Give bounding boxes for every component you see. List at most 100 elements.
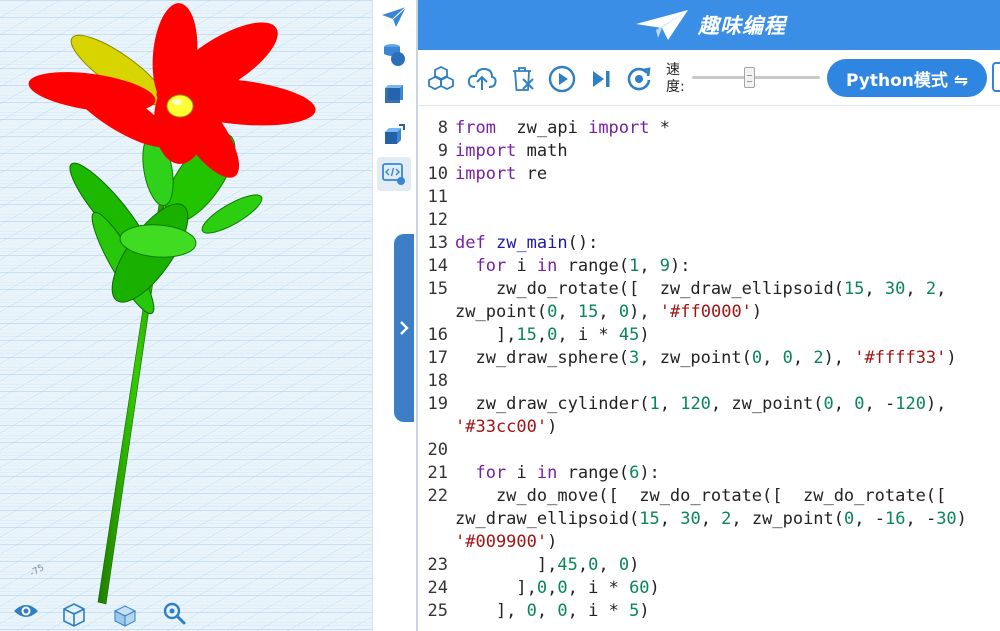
line-number: 24	[427, 578, 448, 598]
code-token: ):	[670, 256, 691, 276]
code-token: in	[536, 463, 558, 483]
code-token: ,	[864, 279, 885, 299]
flower-center	[166, 94, 194, 118]
line-number: 20	[427, 440, 448, 460]
code-token: )	[639, 601, 650, 621]
python-mode-toggle[interactable]: Python模式 ⇋	[827, 59, 987, 97]
toolbox-shapes-button[interactable]	[377, 37, 411, 71]
line-number: 8	[437, 118, 448, 138]
code-token: ,	[598, 302, 619, 322]
code-token: )	[649, 578, 660, 598]
3d-viewport[interactable]: -75	[0, 0, 372, 631]
speed-slider-thumb[interactable]	[744, 67, 756, 88]
line-number: 21	[427, 463, 448, 483]
view-wireframe-button[interactable]	[61, 602, 91, 631]
code-token: )	[639, 325, 650, 345]
code-token: ,	[598, 555, 619, 575]
code-token: ,	[557, 302, 578, 322]
code-token: 0	[751, 348, 763, 368]
brand-title: 趣味编程	[698, 14, 786, 38]
clear-button[interactable]	[508, 64, 538, 94]
code-token: ,	[577, 555, 589, 575]
code-token: from	[455, 118, 496, 138]
code-text: zw_draw_sphere(3, zw_point(0, 0, 2), '#f…	[455, 347, 957, 370]
solid-cube-icon	[113, 605, 137, 627]
run-button[interactable]	[547, 64, 577, 94]
view-visibility-button[interactable]	[12, 602, 42, 631]
run-icon	[548, 65, 576, 93]
code-token: , zw_point(	[710, 394, 824, 414]
code-token: range(	[557, 256, 630, 276]
code-editor[interactable]: 8 from zw_api import * 9 import math 10 impor…	[418, 107, 1000, 631]
control-bar: 速度: Python模式 ⇋	[418, 50, 1000, 106]
code-token: ,	[659, 394, 681, 414]
code-text: ],0,0, i * 60)	[455, 577, 660, 600]
code-token: '#ff0000'	[659, 302, 752, 322]
code-token: 0	[618, 555, 630, 575]
code-text: ],15,0, i * 45)	[455, 324, 650, 347]
toolbox-solid-button[interactable]	[377, 77, 411, 111]
line-number: 9	[437, 141, 448, 161]
code-token: , -	[854, 509, 885, 529]
zoom-icon	[163, 602, 186, 625]
code-token: 0	[782, 348, 793, 368]
code-token: 60	[629, 578, 650, 598]
code-token: )	[629, 555, 640, 575]
code-token: 15	[843, 279, 865, 299]
code-token: ,	[936, 279, 947, 299]
code-token: '#ffff33'	[854, 348, 947, 368]
code-token: 9	[659, 256, 671, 276]
code-text: zw_point(0, 15, 0), '#ff0000')	[455, 301, 762, 324]
line-number: 16	[427, 325, 448, 345]
code-text: for i in range(6):	[455, 462, 659, 485]
code-token: 3	[629, 348, 640, 368]
code-token: for	[475, 256, 507, 276]
code-token: zw_do_move([ zw_do_rotate([ zw_do_rotate…	[455, 486, 947, 506]
code-token: ),	[925, 394, 947, 414]
upload-button[interactable]	[467, 64, 497, 94]
code-token: , -	[905, 509, 937, 529]
code-token: 30	[936, 509, 957, 529]
code-token: zw_draw_cylinder(	[455, 394, 650, 414]
reset-icon	[627, 67, 651, 91]
view-solid-button[interactable]	[112, 602, 142, 631]
code-text: from zw_api import *	[455, 117, 670, 140]
code-token: )	[547, 532, 558, 552]
code-token: for	[475, 463, 507, 483]
speed-slider-track[interactable]	[692, 76, 820, 79]
code-token: )	[946, 348, 957, 368]
view-zoom-button[interactable]	[161, 600, 191, 630]
line-number: 19	[427, 394, 448, 414]
blocks-mode-button[interactable]	[426, 64, 456, 94]
code-token: 30	[884, 279, 906, 299]
reset-button[interactable]	[624, 64, 654, 94]
paper-plane-logo	[636, 10, 688, 40]
code-token: in	[536, 256, 558, 276]
line-number: 10	[427, 164, 448, 184]
line-number: 12	[427, 210, 448, 230]
code-token: ():	[567, 233, 599, 253]
code-token: zw_draw_ellipsoid(	[455, 509, 640, 529]
viewport-canvas[interactable]	[0, 0, 372, 631]
code-text: zw_do_move([ zw_do_rotate([ zw_do_rotate…	[455, 485, 946, 508]
code-token: 15	[577, 302, 599, 322]
code-token: import	[455, 164, 517, 184]
panel-collapse-handle[interactable]	[394, 234, 414, 422]
panel-extra-button[interactable]	[992, 62, 1000, 92]
code-token: 0	[547, 302, 558, 322]
code-token: math	[516, 141, 568, 161]
code-token: ],	[455, 325, 517, 345]
speed-label: 速度:	[666, 62, 685, 95]
code-token: )	[956, 509, 967, 529]
code-token: 0	[854, 394, 865, 414]
code-token: i	[506, 256, 537, 276]
step-button[interactable]	[586, 64, 616, 94]
toolbox-transform-button[interactable]	[377, 118, 411, 152]
toolbox-sketch-button[interactable]	[377, 0, 411, 34]
code-token: zw_do_rotate([ zw_draw_ellipsoid(	[455, 279, 844, 299]
code-token: 1	[649, 394, 660, 414]
code-token: , -	[864, 394, 896, 414]
transform-cube-icon	[385, 124, 405, 144]
toolbox-code-button[interactable]	[377, 157, 411, 191]
